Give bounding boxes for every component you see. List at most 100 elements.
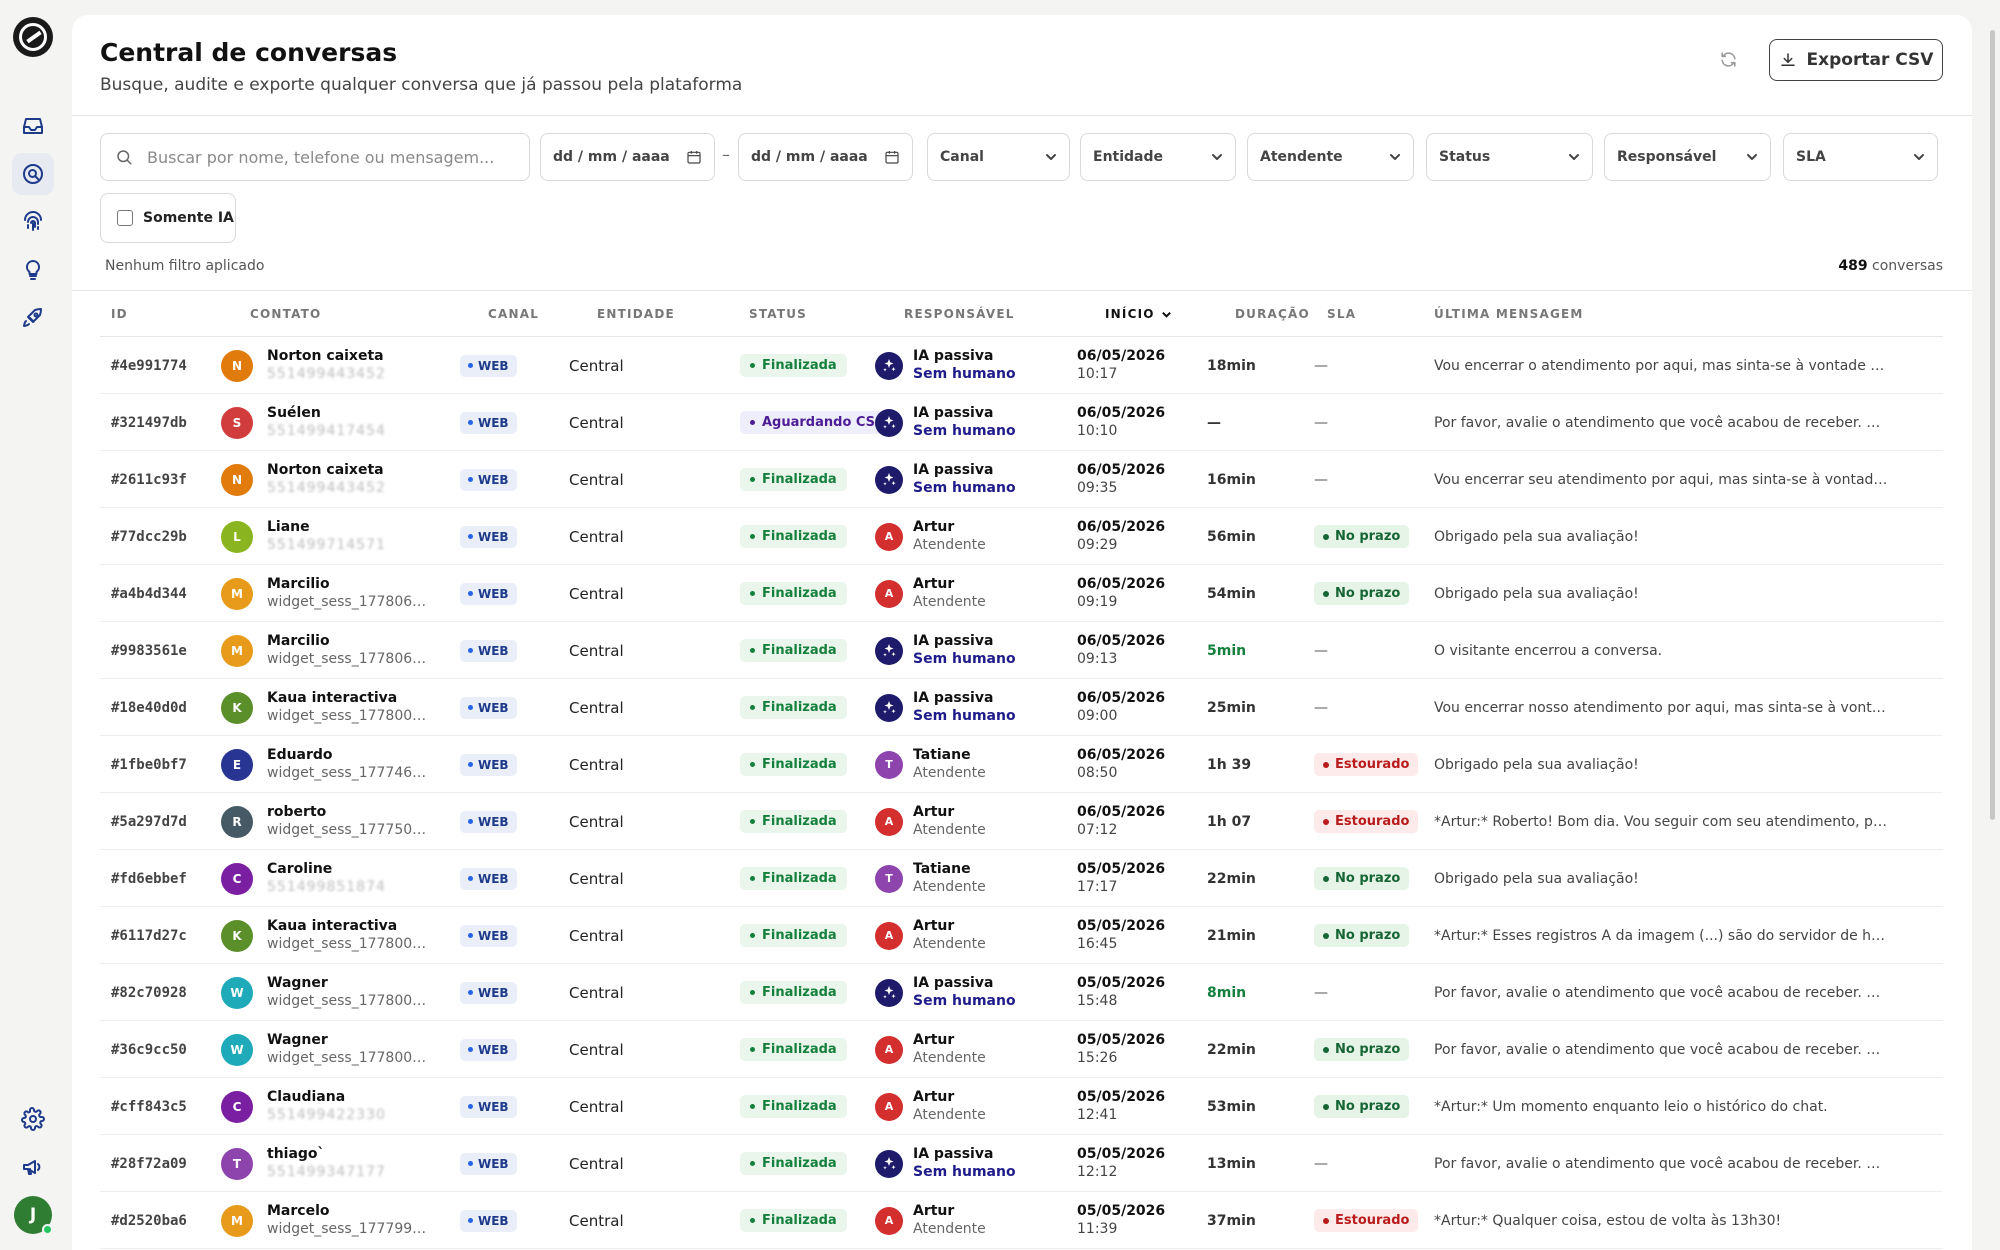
col-header-inicio[interactable]: INÍCIO [1105,291,1172,337]
filter-status-select[interactable]: Status [1426,133,1593,181]
status-cell: Finalizada [740,1021,890,1078]
conversation-id[interactable]: #d2520ba6 [111,1192,187,1249]
responsible-initial: A [884,530,894,543]
search-input[interactable] [147,147,507,167]
conversation-id[interactable]: #9983561e [111,622,187,679]
table-row[interactable]: #cff843c5 C Claudiana 551499422330 WEB Centra… [100,1078,1943,1135]
duration-cell: 53min [1207,1098,1256,1115]
chevron-down-icon [1390,154,1400,160]
scrollbar-thumb[interactable] [1990,30,1995,820]
duration-cell: 1h 39 [1207,756,1252,773]
export-csv-button[interactable]: Exportar CSV [1769,39,1943,81]
conversation-id[interactable]: #18e40d0d [111,679,187,736]
last-message-cell: Obrigado pela sua avaliação! [1434,565,1889,622]
sidebar-item-fingerprint[interactable] [12,201,54,243]
table-row[interactable]: #82c70928 W Wagner widget_sess_1778005421 WE… [100,964,1943,1021]
calendar-icon[interactable] [884,149,900,165]
table-row[interactable]: #4e991774 N Norton caixeta 551499443452 WEB C… [100,337,1943,394]
filter-canal-select[interactable]: Canal [927,133,1070,181]
conversation-id[interactable]: #28f72a09 [111,1135,187,1192]
sidebar-item-ideas[interactable] [12,249,54,291]
col-header-canal[interactable]: CANAL [488,291,539,337]
sidebar-item-conversations[interactable] [12,153,54,195]
start-time: 15:48 [1077,993,1118,1009]
table-row[interactable]: #9983561e M Marcilio widget_sess_1778065832… [100,622,1943,679]
checkbox-box[interactable] [117,210,133,226]
calendar-icon[interactable] [686,149,702,165]
col-header-responsavel[interactable]: RESPONSÁVEL [904,291,1015,337]
start-date: 05/05/2026 [1077,861,1166,877]
sidebar-item-settings[interactable] [12,1098,54,1140]
conversation-id[interactable]: #4e991774 [111,337,187,394]
app-logo[interactable] [13,17,53,57]
duration-cell: 8min [1207,984,1247,1001]
col-header-status[interactable]: STATUS [749,291,807,337]
ai-sparkle-icon [883,643,896,657]
col-header-contato[interactable]: CONTATO [250,291,321,337]
start-time: 09:29 [1077,537,1118,553]
table-row[interactable]: #6117d27c K Kaua interactiva widget_sess_17… [100,907,1943,964]
contact-info: Wagner widget_sess_1778005421 [267,1031,435,1068]
conversation-id[interactable]: #cff843c5 [111,1078,187,1135]
status-badge: Finalizada [740,525,847,548]
responsible-name: IA passiva [913,690,994,706]
sidebar-item-launch[interactable] [12,297,54,339]
col-header-sla[interactable]: SLA [1327,291,1356,337]
table-row[interactable]: #28f72a09 Tthiago` 551499347177 WEB Central F… [100,1135,1943,1192]
sidebar-item-announcements[interactable] [12,1146,54,1188]
col-header-ultima-mensagem[interactable]: ÚLTIMA MENSAGEM [1434,291,1584,337]
conversation-id[interactable]: #fd6ebbef [111,850,187,907]
filter-responsavel-select[interactable]: Responsável [1604,133,1771,181]
filter-entidade-select[interactable]: Entidade [1080,133,1236,181]
contact-info: Claudiana 551499422330 [267,1088,435,1125]
contact-identifier: widget_sess_1778065832 [267,651,435,667]
conversation-id[interactable]: #77dcc29b [111,508,187,565]
table-row[interactable]: #d2520ba6 M Marcelo widget_sess_1777991412 W… [100,1192,1943,1249]
table-row[interactable]: #a4b4d344 M Marcilio widget_sess_1778069812… [100,565,1943,622]
responsible-info: Tatiane Atendente [913,860,986,897]
last-message-cell: Por favor, avalie o atendimento que você… [1434,394,1889,451]
col-header-entidade[interactable]: ENTIDADE [597,291,675,337]
filter-atendente-select[interactable]: Atendente [1247,133,1414,181]
date-from-field[interactable]: dd / mm / aaaa [540,133,715,181]
responsible-cell: A Artur Atendente [875,793,986,850]
responsible-initial: T [885,758,893,771]
table-row[interactable]: #321497db S Suélen 551499417454 WEB Central Ag… [100,394,1943,451]
conversation-id[interactable]: #36c9cc50 [111,1021,187,1078]
table-row[interactable]: #36c9cc50 W Wagner widget_sess_1778005421 WE… [100,1021,1943,1078]
conversation-id[interactable]: #82c70928 [111,964,187,1021]
col-header-duracao[interactable]: DURAÇÃO [1235,291,1310,337]
last-message: *Artur:* Um momento enquanto leio o hist… [1434,1098,1828,1115]
refresh-button[interactable] [1716,47,1740,71]
user-avatar[interactable]: J [14,1196,53,1235]
conversation-id[interactable]: #321497db [111,394,187,451]
conversation-id[interactable]: #5a297d7d [111,793,187,850]
contact-cell: C Claudiana 551499422330 [221,1078,449,1135]
conversation-id[interactable]: #a4b4d344 [111,565,187,622]
table-row[interactable]: #18e40d0d K Kaua interactiva widget_sess_17… [100,679,1943,736]
table-row[interactable]: #2611c93f N Norton caixeta 551499443452 WEB C… [100,451,1943,508]
table-row[interactable]: #fd6ebbef C Caroline 551499851874 WEB Central… [100,850,1943,907]
last-message: Por favor, avalie o atendimento que você… [1434,1155,1889,1172]
channel-cell: WEB [460,565,517,622]
date-to-field[interactable]: dd / mm / aaaa [738,133,913,181]
table-row[interactable]: #5a297d7d Rroberto widget_sess_1777508712 W… [100,793,1943,850]
conversation-id[interactable]: #2611c93f [111,451,187,508]
conversation-count: 489 conversas [1838,258,1943,274]
filter-sla-select[interactable]: SLA [1783,133,1938,181]
conversation-id[interactable]: #1fbe0bf7 [111,736,187,793]
contact-identifier: widget_sess_1778069812 [267,594,435,610]
sidebar-item-inbox[interactable] [12,105,54,147]
responsible-cell: A Artur Atendente [875,907,986,964]
start-time: 12:12 [1077,1164,1118,1180]
responsible-info: IA passiva Sem humano [913,689,1016,726]
conversation-id[interactable]: #6117d27c [111,907,187,964]
sla-cell: — [1314,964,1328,1021]
table-row[interactable]: #77dcc29b L Liane 551499714571 WEB Central Fin… [100,508,1943,565]
table-row[interactable]: #1fbe0bf7 E Eduardo widget_sess_1777464021 W… [100,736,1943,793]
start-datetime: 06/05/2026 09:13 [1077,632,1165,669]
contact-name: Caroline [267,861,333,877]
col-header-id[interactable]: ID [111,291,128,337]
only-ia-checkbox[interactable]: Somente IA [100,193,236,243]
search-field[interactable] [100,133,530,181]
